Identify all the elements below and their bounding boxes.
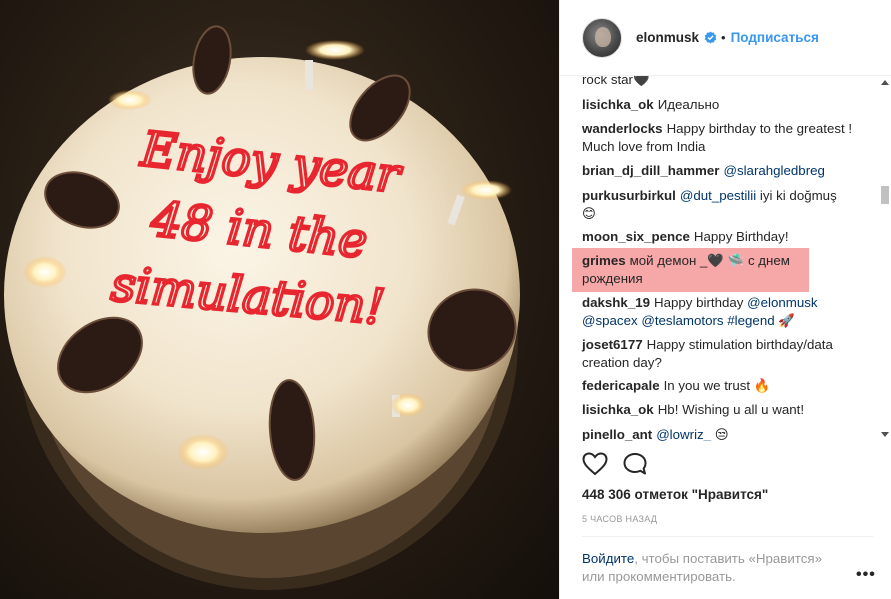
divider [582, 536, 873, 537]
scroll-thumb[interactable] [881, 186, 889, 204]
comment-text: Идеально [657, 97, 720, 112]
comment-text: iyi ki doğmuş [759, 188, 837, 203]
comment-username[interactable]: moon_six_pence [582, 229, 690, 244]
scroll-down-arrow-icon[interactable] [881, 432, 889, 437]
like-heart-icon[interactable] [582, 452, 608, 482]
comment-username[interactable]: lisichka_ok [582, 402, 654, 417]
comment-username[interactable]: federicapale [582, 378, 660, 393]
comment-text: Happy birthday [654, 295, 744, 310]
black-heart-icon: 🖤 [632, 76, 650, 87]
comment-mention[interactable]: @teslamotors [641, 313, 723, 328]
comment-text: Happy Birthday! [693, 229, 789, 244]
comment-text: мой демон _ [629, 253, 708, 268]
comment-item: lisichka_ok Hb! Wishing u all u want! [582, 401, 872, 419]
comment-username[interactable]: grimes [582, 253, 626, 268]
comment-item: joset6177 Happy stimulation birthday/data… [582, 336, 872, 372]
follow-button[interactable]: Подписаться [731, 30, 819, 45]
comment-hashtag[interactable]: #legend [727, 313, 774, 328]
post-timestamp[interactable]: 5 часов назад [582, 514, 657, 524]
comment-item: brian_dj_dill_hammer @slarahgledbreg [582, 162, 872, 180]
comment-item: federicapale In you we trust 🔥 [582, 377, 872, 395]
header-username[interactable]: elonmusk [636, 30, 699, 45]
comment-username[interactable]: wanderlocks [582, 121, 663, 136]
more-options-button[interactable]: ••• [856, 566, 876, 584]
comments-list[interactable]: rock star🖤 lisichka_ok Идеально wanderloc… [560, 76, 891, 441]
fire-icon: 🔥 [753, 378, 771, 393]
comment-item: moon_six_pence Happy Birthday! [582, 228, 872, 246]
rocket-icon: 🚀 [778, 313, 795, 328]
comment-username[interactable]: pinello_ant [582, 427, 652, 441]
verified-badge-icon [704, 31, 717, 44]
black-heart-icon: 🖤 [707, 253, 724, 268]
comment-item: pinello_ant @lowriz_ 😒 [582, 426, 872, 441]
comment-item: dakshk_19 Happy birthday @elonmusk @space… [582, 294, 872, 330]
comment-username[interactable]: joset6177 [582, 337, 643, 352]
comment-username[interactable]: dakshk_19 [582, 295, 650, 310]
post-photo: Enjoy year 48 in the simulation! [0, 0, 559, 599]
comments-scrollbar[interactable] [878, 76, 891, 441]
comment-text: Hb! Wishing u all u want! [657, 402, 805, 417]
cake-image: Enjoy year 48 in the simulation! [4, 25, 520, 590]
post-side-panel: elonmusk • Подписаться rock star🖤 lisich… [559, 0, 891, 599]
comment-item: rock star🖤 [582, 76, 872, 89]
comment-mention[interactable]: @slarahgledbreg [723, 163, 824, 178]
smiley-icon: 😊 [582, 206, 596, 221]
comment-item: lisichka_ok Идеально [582, 96, 872, 114]
flying-saucer-icon: 🛸 [727, 253, 745, 268]
post-actions [582, 452, 648, 482]
comment-username[interactable]: brian_dj_dill_hammer [582, 163, 719, 178]
comment-item-highlighted: grimes мой демон _🖤 🛸 с днем рождения [582, 252, 812, 288]
comment-mention[interactable]: @lowriz_ [656, 427, 711, 441]
login-prompt: Войдите, чтобы поставить «Нравится» или … [582, 550, 844, 586]
header-separator: • [721, 30, 726, 45]
comment-mention[interactable]: @dut_pestilii [680, 188, 756, 203]
comment-username[interactable]: lisichka_ok [582, 97, 654, 112]
unamused-icon: 😒 [714, 427, 729, 441]
comment-mention[interactable]: @spacex [582, 313, 638, 328]
comment-username[interactable]: purkusurbirkul [582, 188, 676, 203]
avatar[interactable] [582, 17, 622, 58]
comment-mention[interactable]: @elonmusk [747, 295, 817, 310]
comment-text: In you we trust [663, 378, 751, 393]
comment-item: purkusurbirkul @dut_pestilii iyi ki doğmu… [582, 187, 872, 223]
comment-text: rock star [582, 76, 633, 87]
likes-count[interactable]: 448 306 отметок "Нравится" [582, 487, 768, 502]
comment-bubble-icon[interactable] [622, 452, 648, 482]
post-header: elonmusk • Подписаться [560, 0, 891, 76]
comment-item: wanderlocks Happy birthday to the greates… [582, 120, 872, 156]
login-link[interactable]: Войдите [582, 551, 634, 566]
scroll-up-arrow-icon[interactable] [881, 80, 889, 85]
